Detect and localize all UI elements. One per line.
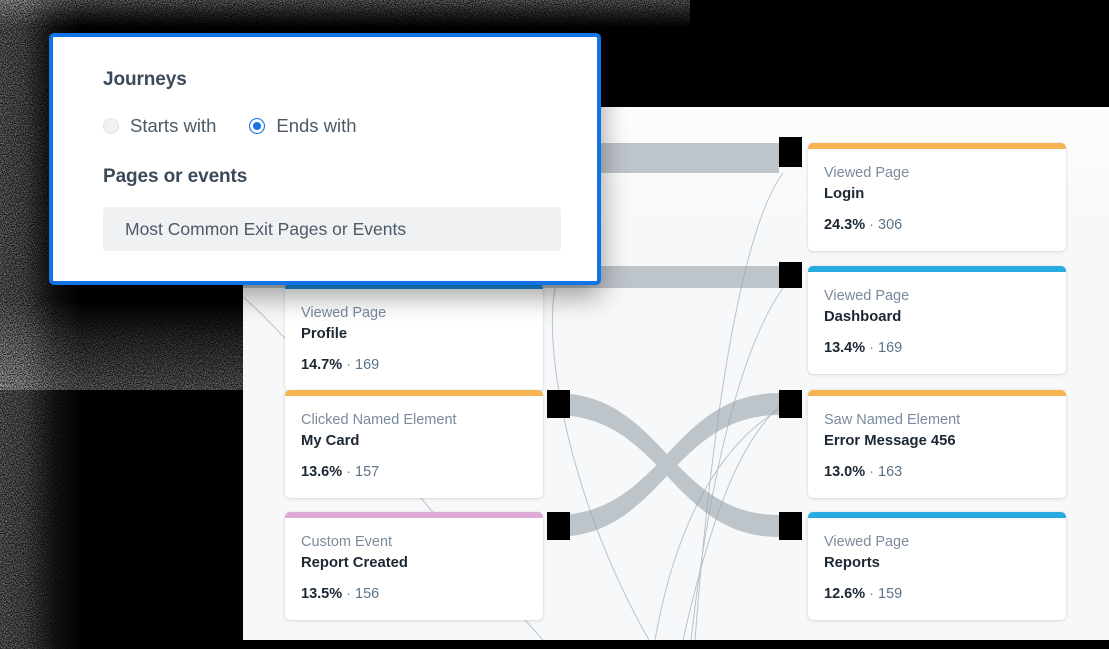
- card-percent: 14.7%: [301, 357, 343, 373]
- card-stats: 14.7% · 169: [301, 355, 527, 375]
- card-percent: 13.0%: [824, 464, 866, 480]
- pages-or-events-select-value: Most Common Exit Pages or Events: [125, 219, 407, 239]
- journey-node-card[interactable]: Custom Event Report Created 13.5% · 156: [285, 512, 543, 620]
- radio-label-starts-with: Starts with: [130, 115, 217, 136]
- card-stats: 13.4% · 169: [824, 338, 1050, 358]
- card-separator: ·: [869, 586, 874, 602]
- card-count: 159: [878, 586, 903, 602]
- card-event-type: Viewed Page: [824, 534, 910, 550]
- journey-node-card[interactable]: Clicked Named Element My Card 13.6% · 15…: [285, 390, 543, 498]
- card-percent: 24.3%: [824, 217, 866, 233]
- card-count: 156: [355, 586, 380, 602]
- card-separator: ·: [346, 586, 351, 602]
- card-separator: ·: [346, 464, 351, 480]
- card-event-title: Report Created: [301, 555, 408, 571]
- card-count: 306: [878, 217, 903, 233]
- card-separator: ·: [869, 217, 874, 233]
- card-event-title: Reports: [824, 555, 880, 571]
- card-stats: 12.6% · 159: [824, 584, 1050, 604]
- card-event-type: Saw Named Element: [824, 412, 961, 428]
- card-stats: 24.3% · 306: [824, 215, 1050, 235]
- radio-option-starts-with[interactable]: Starts with: [103, 114, 216, 138]
- card-event-title: Dashboard: [824, 309, 902, 325]
- journey-node-card[interactable]: Viewed Page Dashboard 13.4% · 169: [808, 266, 1066, 374]
- card-count: 163: [878, 464, 903, 480]
- journeys-heading: Journeys: [103, 69, 187, 90]
- card-event-type: Viewed Page: [824, 165, 910, 181]
- card-separator: ·: [869, 464, 874, 480]
- card-event-type: Custom Event: [301, 534, 393, 550]
- card-stats: 13.6% · 157: [301, 462, 527, 482]
- card-event-title: My Card: [301, 433, 360, 449]
- card-separator: ·: [346, 357, 351, 373]
- journey-node-card[interactable]: Viewed Page Login 24.3% · 306: [808, 143, 1066, 251]
- pages-or-events-select[interactable]: Most Common Exit Pages or Events: [103, 207, 561, 251]
- card-event-type: Viewed Page: [824, 288, 910, 304]
- card-event-title: Profile: [301, 326, 348, 342]
- card-count: 169: [878, 340, 903, 356]
- card-separator: ·: [869, 340, 874, 356]
- journey-node-card[interactable]: Viewed Page Profile 14.7% · 169: [285, 283, 543, 391]
- journey-direction-radio-group: Starts with Ends with: [103, 114, 561, 138]
- journey-node-card[interactable]: Saw Named Element Error Message 456 13.0…: [808, 390, 1066, 498]
- card-event-type: Viewed Page: [301, 305, 387, 321]
- radio-circle-selected-icon[interactable]: [249, 118, 266, 134]
- card-percent: 13.6%: [301, 464, 343, 480]
- radio-circle-icon[interactable]: [103, 118, 119, 134]
- card-event-title: Login: [824, 186, 865, 202]
- card-percent: 13.4%: [824, 340, 866, 356]
- card-event-title: Error Message 456: [824, 433, 956, 449]
- card-stats: 13.0% · 163: [824, 462, 1050, 482]
- card-percent: 13.5%: [301, 586, 343, 602]
- card-count: 157: [355, 464, 380, 480]
- card-percent: 12.6%: [824, 586, 866, 602]
- radio-label-ends-with: Ends with: [276, 115, 357, 136]
- card-event-type: Clicked Named Element: [301, 412, 457, 428]
- card-count: 169: [355, 357, 380, 373]
- journeys-filter-panel: Journeys Starts with Ends with Pages or …: [49, 33, 601, 285]
- radio-option-ends-with[interactable]: Ends with: [249, 114, 357, 138]
- card-stats: 13.5% · 156: [301, 584, 527, 604]
- pages-or-events-heading: Pages or events: [103, 166, 248, 187]
- journey-node-card[interactable]: Viewed Page Reports 12.6% · 159: [808, 512, 1066, 620]
